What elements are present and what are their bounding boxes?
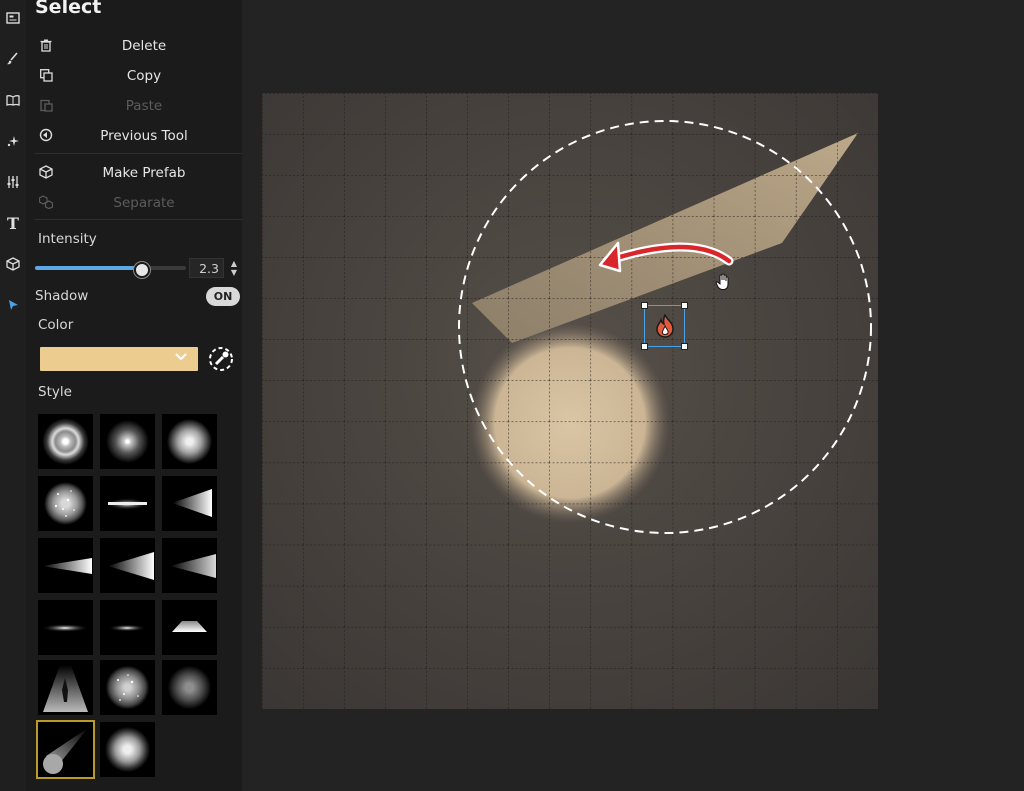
style-preview	[43, 665, 88, 712]
style-tile[interactable]	[100, 660, 155, 715]
color-label: Color	[38, 317, 74, 333]
speckle-texture	[54, 490, 75, 517]
menu-divider	[34, 153, 242, 154]
paste-button[interactable]: Paste	[26, 93, 242, 119]
eyedropper-icon[interactable]	[207, 345, 235, 373]
resize-handle[interactable]	[681, 343, 688, 350]
style-preview	[108, 552, 154, 580]
style-tile[interactable]	[38, 476, 93, 531]
style-preview	[170, 554, 216, 578]
style-tile-selected[interactable]	[36, 720, 95, 779]
style-label: Style	[38, 384, 72, 400]
trash-icon	[38, 37, 54, 53]
make-prefab-button[interactable]: Make Prefab	[26, 160, 242, 186]
delete-button[interactable]: Delete	[26, 33, 242, 59]
style-tile[interactable]	[100, 600, 155, 655]
separate-button[interactable]: Separate	[26, 190, 242, 216]
style-preview	[41, 624, 89, 632]
text-icon[interactable]: T	[3, 213, 23, 233]
hand-cursor-icon	[715, 273, 731, 295]
color-picker[interactable]	[40, 347, 198, 371]
style-tile[interactable]	[38, 538, 93, 593]
copy-button[interactable]: Copy	[26, 63, 242, 89]
intensity-slider[interactable]	[35, 266, 186, 270]
style-preview	[42, 558, 92, 574]
intensity-slider-thumb[interactable]	[133, 262, 150, 278]
delete-label: Delete	[121, 38, 167, 54]
shadow-toggle[interactable]: ON	[206, 287, 240, 306]
canvas-scene	[262, 93, 878, 709]
menu-divider	[34, 219, 242, 220]
previous-tool-label: Previous Tool	[100, 128, 188, 144]
cube-icon[interactable]	[3, 254, 23, 274]
style-preview	[108, 624, 146, 632]
intensity-slider-fill	[35, 266, 141, 270]
style-preview	[172, 489, 212, 517]
light-selection-box[interactable]	[641, 302, 688, 350]
paste-icon	[38, 97, 54, 113]
make-prefab-label: Make Prefab	[102, 165, 186, 181]
shadow-label: Shadow	[35, 288, 89, 304]
layers-icon[interactable]	[3, 8, 23, 28]
copy-icon	[38, 67, 54, 83]
paste-label: Paste	[125, 98, 163, 114]
style-tile[interactable]	[100, 414, 155, 469]
intensity-value[interactable]: 2.3	[189, 258, 224, 278]
select-panel: Select Delete Copy Paste Previous Tool M…	[26, 0, 242, 791]
style-tile[interactable]	[100, 722, 155, 777]
brush-icon[interactable]	[3, 49, 23, 69]
intensity-stepper[interactable]: ▲ ▼	[229, 259, 239, 279]
intensity-label: Intensity	[38, 231, 97, 247]
book-icon[interactable]	[3, 90, 23, 110]
tool-rail: T	[0, 0, 26, 791]
style-tile[interactable]	[162, 538, 217, 593]
style-tile[interactable]	[100, 476, 155, 531]
prefab-icon	[38, 164, 54, 180]
style-preview	[105, 498, 149, 510]
style-tile[interactable]	[38, 414, 93, 469]
speckle-texture	[117, 674, 139, 701]
resize-handle[interactable]	[681, 302, 688, 309]
resize-handle[interactable]	[641, 343, 648, 350]
sparkle-icon[interactable]	[3, 131, 23, 151]
style-preview	[172, 621, 207, 632]
pointer-icon[interactable]	[3, 295, 23, 315]
style-tile[interactable]	[100, 538, 155, 593]
separate-label: Separate	[113, 195, 175, 211]
separate-icon	[38, 194, 54, 210]
style-tile[interactable]	[162, 600, 217, 655]
style-tile[interactable]	[162, 476, 217, 531]
fire-icon	[654, 313, 676, 342]
resize-handle[interactable]	[641, 302, 648, 309]
style-tile[interactable]	[162, 660, 217, 715]
panel-title: Select	[35, 0, 102, 18]
map-canvas[interactable]	[262, 93, 878, 709]
sliders-icon[interactable]	[3, 172, 23, 192]
copy-label: Copy	[126, 68, 162, 84]
previous-tool-button[interactable]: Previous Tool	[26, 123, 242, 149]
previous-tool-icon	[38, 127, 54, 143]
style-tile[interactable]	[162, 414, 217, 469]
style-tile[interactable]	[38, 600, 93, 655]
style-preview	[43, 728, 88, 774]
style-tile[interactable]	[38, 660, 93, 715]
canvas-grid	[262, 93, 878, 709]
chevron-down-icon	[174, 349, 188, 367]
